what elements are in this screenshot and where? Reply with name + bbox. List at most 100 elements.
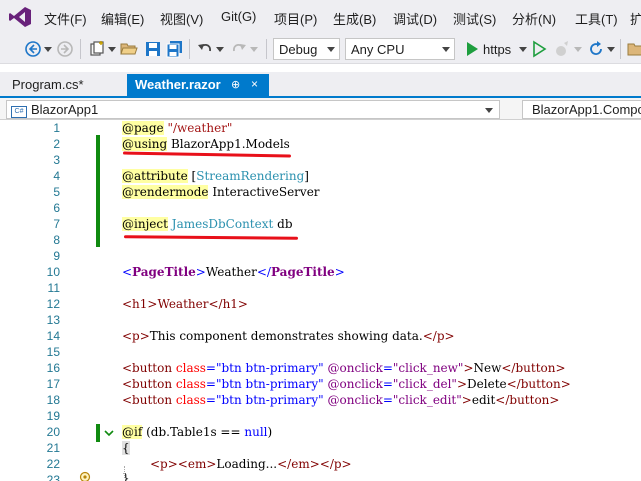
text-content: This component demonstrates showing data… xyxy=(149,329,423,343)
line-number: 5 xyxy=(53,185,60,199)
member-selector[interactable]: BlazorApp1.Compo xyxy=(522,100,641,119)
tag-bracket: > xyxy=(195,265,206,279)
line-number: 16 xyxy=(46,361,60,375)
namespace: BlazorApp1.Models xyxy=(170,137,290,151)
code-line-button: <button class="btn btn-primary" @onclick… xyxy=(122,377,571,391)
menu-edit[interactable]: 编辑(E) xyxy=(101,9,144,28)
new-dropdown-icon[interactable] xyxy=(108,47,116,52)
variable-name: db xyxy=(277,217,293,231)
toolbar-separator xyxy=(266,39,267,59)
save-all-icon[interactable] xyxy=(166,40,184,58)
brace: { xyxy=(122,441,130,455)
bracket: ] xyxy=(304,169,309,183)
undo-icon[interactable] xyxy=(196,40,214,58)
tag: </button> xyxy=(501,361,566,375)
line-number: 6 xyxy=(53,201,60,215)
tab-program-cs[interactable]: Program.cs* xyxy=(4,74,126,96)
back-dropdown-icon[interactable] xyxy=(44,47,52,52)
menu-analyze[interactable]: 分析(N) xyxy=(512,9,556,28)
line-number: 11 xyxy=(47,281,60,295)
open-folder-icon[interactable] xyxy=(120,40,138,58)
menu-test[interactable]: 测试(S) xyxy=(453,9,496,28)
chevron-down-icon xyxy=(485,108,493,113)
undo-dropdown-icon[interactable] xyxy=(216,47,224,52)
line-number: 12 xyxy=(46,297,60,311)
event-attribute: @onclick xyxy=(327,393,383,407)
h1-element: <h1>Weather</h1> xyxy=(122,297,248,311)
new-project-icon[interactable] xyxy=(88,40,106,58)
hot-reload-dropdown-icon[interactable] xyxy=(574,47,582,52)
refresh-icon[interactable] xyxy=(587,40,605,58)
redo-dropdown-icon[interactable] xyxy=(250,47,258,52)
event-handler: "click_edit" xyxy=(392,393,462,407)
refresh-dropdown-icon[interactable] xyxy=(607,47,615,52)
code-line-4: @attribute [StreamRendering] xyxy=(122,169,309,183)
menu-build[interactable]: 生成(B) xyxy=(333,9,376,28)
line-number: 7 xyxy=(53,217,60,231)
equals: = xyxy=(205,361,216,375)
directive: @using xyxy=(122,137,168,151)
tag: <button xyxy=(122,377,173,391)
start-without-debugging-icon[interactable] xyxy=(530,40,548,58)
tag-bracket: > xyxy=(334,265,345,279)
tag: > xyxy=(456,377,468,391)
keyword: null xyxy=(244,425,268,439)
lightbulb-hint-icon[interactable] xyxy=(78,471,92,481)
code-line-2: @using BlazorApp1.Models xyxy=(122,137,290,151)
tab-label: Program.cs* xyxy=(12,77,84,92)
menu-view[interactable]: 视图(V) xyxy=(160,9,203,28)
save-icon[interactable] xyxy=(144,40,162,58)
attribute-value: "btn btn-primary" xyxy=(215,377,324,391)
forward-icon[interactable] xyxy=(56,40,74,58)
chevron-down-icon xyxy=(442,47,450,52)
code-line-14: <p>This component demonstrates showing d… xyxy=(122,329,455,343)
code-line-7: @inject JamesDbContext db xyxy=(122,217,293,231)
menu-tools[interactable]: 工具(T) xyxy=(575,9,618,28)
visual-studio-logo-icon xyxy=(9,7,31,27)
menu-extensions[interactable]: 扩 xyxy=(630,9,641,28)
menu-git[interactable]: Git(G) xyxy=(221,9,256,24)
hot-reload-icon[interactable] xyxy=(553,40,571,58)
tag: <button xyxy=(122,361,173,375)
toolbar-separator xyxy=(189,39,190,59)
tag: > xyxy=(463,361,474,375)
tag: </p> xyxy=(422,329,455,343)
condition: ) xyxy=(267,425,273,439)
close-icon[interactable]: × xyxy=(251,77,258,91)
pin-icon[interactable]: ⊕ xyxy=(231,78,240,91)
toolbar-separator xyxy=(80,39,81,59)
code-line-1: @page "/weather" xyxy=(122,121,232,135)
run-icon[interactable] xyxy=(463,40,481,58)
directive: @page xyxy=(122,121,164,135)
button-label: New xyxy=(473,361,502,375)
component-name: PageTitle xyxy=(270,265,335,279)
event-attribute: @onclick xyxy=(327,377,383,391)
tag: <p> xyxy=(122,329,150,343)
text-content: Weather xyxy=(205,265,257,279)
collapse-icon[interactable] xyxy=(103,427,115,439)
run-profile-dropdown-icon[interactable] xyxy=(519,47,527,52)
member-name: BlazorApp1.Compo xyxy=(532,102,641,117)
menu-debug[interactable]: 调试(D) xyxy=(393,9,437,28)
tag: <p> xyxy=(150,457,178,471)
platform-select[interactable]: Any CPU xyxy=(345,38,455,60)
configuration-select[interactable]: Debug xyxy=(273,38,340,60)
condition: (db.Table1s == xyxy=(146,425,245,439)
tag: <button xyxy=(122,393,173,407)
tab-weather-razor[interactable]: Weather.razor ⊕ × xyxy=(127,74,269,96)
folder-icon[interactable] xyxy=(627,40,641,58)
menu-file[interactable]: 文件(F) xyxy=(44,9,87,28)
back-icon[interactable] xyxy=(24,40,42,58)
tab-label: Weather.razor xyxy=(135,77,221,92)
project-name: BlazorApp1 xyxy=(31,102,99,117)
line-number: 23 xyxy=(46,473,60,481)
redo-icon[interactable] xyxy=(230,40,248,58)
line-number: 3 xyxy=(53,153,60,167)
line-number: 2 xyxy=(53,137,60,151)
menu-project[interactable]: 项目(P) xyxy=(274,9,317,28)
run-profile-label[interactable]: https xyxy=(483,42,511,57)
text-content: Loading... xyxy=(216,457,278,471)
project-selector[interactable]: C# BlazorApp1 xyxy=(6,100,500,119)
line-number: 1 xyxy=(53,121,60,135)
event-handler: "click_new" xyxy=(392,361,464,375)
